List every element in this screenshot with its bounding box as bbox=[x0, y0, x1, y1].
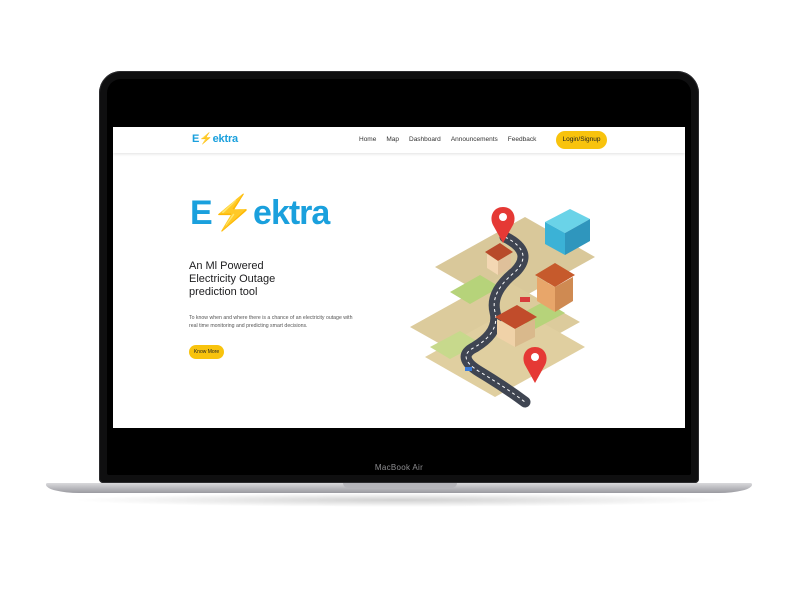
logo-text: ektra bbox=[253, 194, 330, 232]
nav-link-feedback[interactable]: Feedback bbox=[508, 136, 537, 143]
bus bbox=[520, 297, 530, 302]
logo-text: ektra bbox=[212, 133, 239, 145]
hero-title: An Ml Powered Electricity Outage predict… bbox=[189, 260, 309, 299]
navbar: E⚡ektra Home Map Dashboard Announcements… bbox=[113, 127, 685, 153]
bolt-icon: ⚡ bbox=[199, 133, 213, 145]
hero-description-line: real time monitoring and predicting smar… bbox=[189, 323, 308, 329]
website-screen: E⚡ektra Home Map Dashboard Announcements… bbox=[113, 127, 685, 428]
laptop-shadow bbox=[70, 493, 730, 507]
city-map-illustration bbox=[410, 207, 595, 408]
hero-title-line: An Ml Powered bbox=[189, 260, 264, 272]
login-signup-button[interactable]: Login/Signup bbox=[556, 131, 607, 149]
hero-description: To know when and where there is a chance… bbox=[189, 314, 399, 330]
bolt-icon: ⚡ bbox=[211, 194, 254, 232]
hero-title-line: Electricity Outage bbox=[189, 273, 276, 285]
hero-title-line: prediction tool bbox=[189, 286, 258, 298]
logo-letter: E bbox=[190, 194, 213, 232]
nav-logo[interactable]: E⚡ektra bbox=[192, 132, 238, 145]
nav-links: Home Map Dashboard Announcements Feedbac… bbox=[359, 136, 536, 143]
model-label: MacBook Air bbox=[374, 463, 424, 472]
car bbox=[465, 367, 472, 371]
laptop-notch bbox=[343, 483, 457, 488]
know-more-button[interactable]: Know More bbox=[189, 345, 224, 359]
hero-description-line: To know when and where there is a chance… bbox=[189, 315, 353, 321]
nav-link-home[interactable]: Home bbox=[359, 136, 376, 143]
nav-link-map[interactable]: Map bbox=[386, 136, 399, 143]
nav-link-announcements[interactable]: Announcements bbox=[451, 136, 498, 143]
nav-link-dashboard[interactable]: Dashboard bbox=[409, 136, 441, 143]
hero-logo: E⚡ektra bbox=[190, 193, 330, 233]
